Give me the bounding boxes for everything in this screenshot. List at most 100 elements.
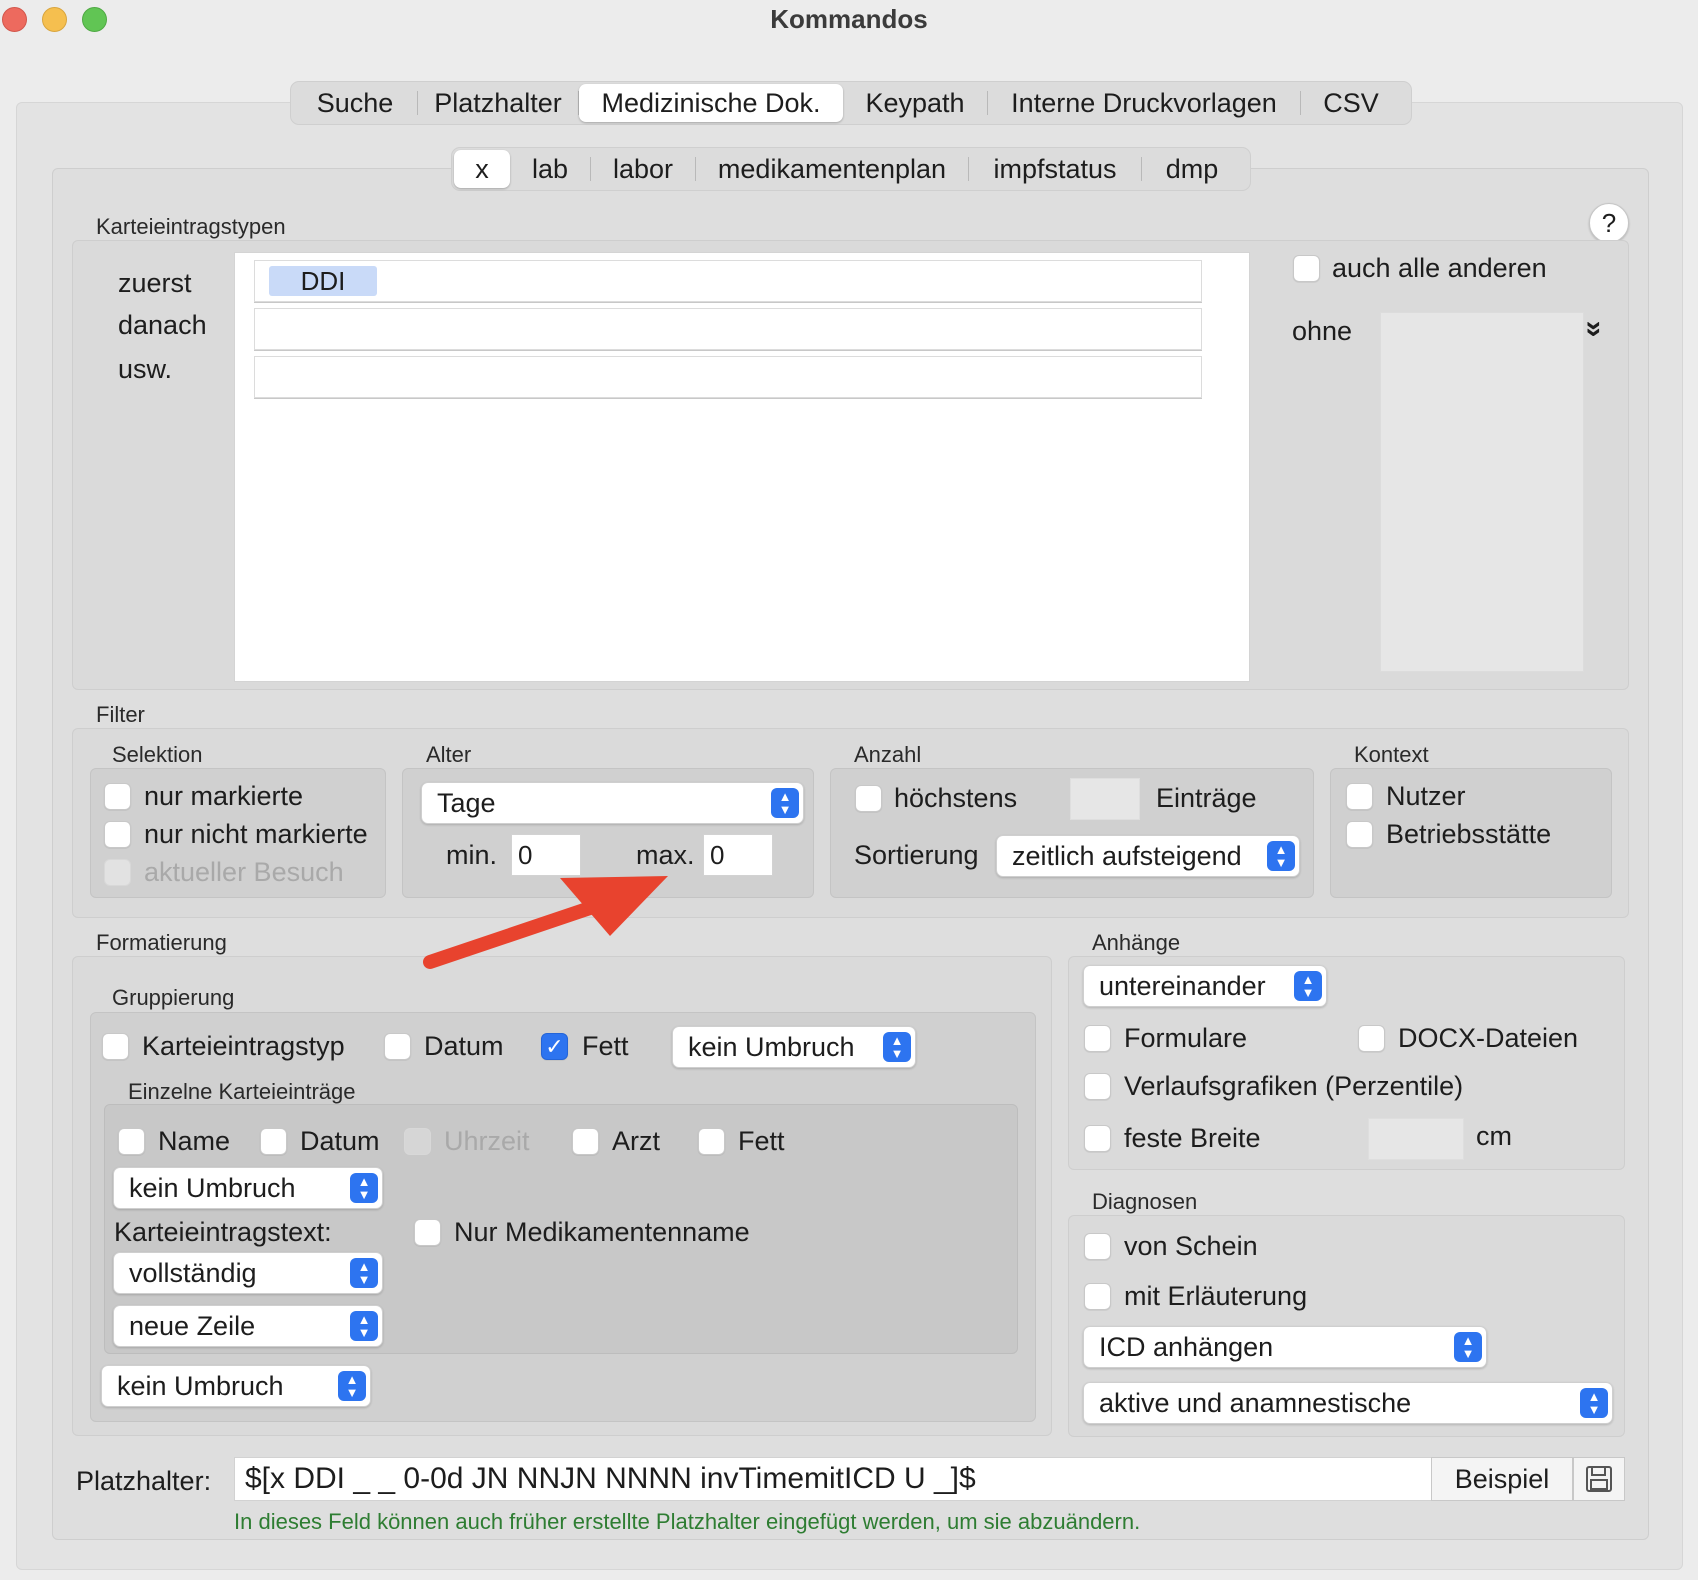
tab-keypath[interactable]: Keypath [843,84,987,122]
outer-umbruch-select[interactable]: kein Umbruch ▲ ▼ [101,1365,371,1407]
anhaenge-anordnung-select[interactable]: untereinander ▲ ▼ [1083,965,1327,1007]
nutzer-label: Nutzer [1386,781,1466,811]
type-row-3[interactable] [254,356,1202,398]
gruppierung-fett-checkbox[interactable]: ✓ [541,1033,568,1060]
chevron-up-down-icon: ▲ ▼ [338,1371,366,1401]
hoechstens-label: höchstens [894,783,1018,813]
tab-medizinische-dok[interactable]: Medizinische Dok. [579,84,843,122]
betriebsstaette-label: Betriebsstätte [1386,819,1552,849]
chevron-up-down-icon: ▲ ▼ [1580,1388,1608,1418]
ohne-label: ohne [1292,316,1353,346]
hoechstens-input[interactable] [1070,778,1140,820]
mit-erlaeuterung-checkbox[interactable] [1084,1283,1111,1310]
platzhalter-hint: In dieses Feld können auch früher erstel… [234,1509,1141,1534]
einzeln-arzt-label: Arzt [612,1126,661,1156]
diagnosen-art-select[interactable]: aktive und anamnestische ▲ ▼ [1083,1382,1613,1424]
subtab-impfstatus[interactable]: impfstatus [969,150,1141,188]
alter-title: Alter [426,742,472,767]
max-input[interactable]: 0 [703,834,773,876]
formulare-label: Formulare [1124,1023,1248,1053]
einzeln-uhrzeit-label: Uhrzeit [444,1126,530,1156]
verlaufsgrafiken-checkbox[interactable] [1084,1073,1111,1100]
alter-unit-select[interactable]: Tage ▲ ▼ [421,782,804,824]
einzeln-fett-label: Fett [738,1126,785,1156]
von-schein-checkbox[interactable] [1084,1233,1111,1260]
gruppierung-karteieintragstyp-checkbox[interactable] [102,1033,129,1060]
chevron-up-down-icon: ▲ ▼ [1267,841,1295,871]
tab-interne-druckvorlagen[interactable]: Interne Druckvorlagen [988,84,1300,122]
subtab-lab[interactable]: lab [510,150,590,188]
nur-nicht-markierte-label: nur nicht markierte [144,819,368,849]
gruppierung-datum-label: Datum [424,1031,504,1061]
gruppierung-title: Gruppierung [112,985,235,1010]
filter-title: Filter [96,702,145,727]
chevron-up-down-icon: ▲ ▼ [350,1258,378,1288]
chevron-double-down-icon[interactable]: » [1577,321,1611,338]
einzeln-umbruch-select[interactable]: kein Umbruch ▲ ▼ [113,1167,383,1209]
eintraege-label: Einträge [1156,783,1257,813]
platzhalter-input[interactable]: $[x DDI _ _ 0-0d JN NNJN NNNN invTimemit… [234,1457,1432,1501]
subtab-labor[interactable]: labor [591,150,695,188]
von-schein-label: von Schein [1124,1231,1258,1261]
subtab-dmp[interactable]: dmp [1142,150,1242,188]
einzeln-name-label: Name [158,1126,231,1156]
help-button[interactable]: ? [1589,203,1629,243]
type-chip-ddi[interactable]: DDI [269,266,377,296]
chevron-up-down-icon: ▲ ▼ [1294,971,1322,1001]
anhaenge-title: Anhänge [1092,930,1181,955]
einzeln-arzt-checkbox[interactable] [572,1128,599,1155]
mit-erlaeuterung-label: mit Erläuterung [1124,1281,1308,1311]
betriebsstaette-checkbox[interactable] [1346,821,1373,848]
sortierung-select[interactable]: zeitlich aufsteigend ▲ ▼ [996,835,1300,877]
icd-select[interactable]: ICD anhängen ▲ ▼ [1083,1326,1487,1368]
karteieintragstext-select[interactable]: vollständig ▲ ▼ [113,1252,383,1294]
hoechstens-checkbox[interactable] [855,785,882,812]
beispiel-button[interactable]: Beispiel [1431,1457,1573,1501]
tab-platzhalter[interactable]: Platzhalter [418,84,578,122]
main-tabs: Suche Platzhalter Medizinische Dok. Keyp… [290,81,1412,125]
kontext-title: Kontext [1354,742,1429,767]
gruppierung-umbruch-select[interactable]: kein Umbruch ▲ ▼ [672,1026,916,1068]
feste-breite-label: feste Breite [1124,1123,1261,1153]
checkmark-icon: ✓ [545,1034,564,1059]
red-arrow-annotation [423,876,668,969]
formulare-checkbox[interactable] [1084,1025,1111,1052]
nur-nicht-markierte-checkbox[interactable] [104,821,131,848]
window-title: Kommandos [770,4,928,34]
nur-markierte-label: nur markierte [144,781,304,811]
floppy-disk-icon [1586,1466,1612,1492]
feste-breite-input[interactable] [1368,1118,1464,1160]
tab-csv[interactable]: CSV [1301,84,1401,122]
aktueller-besuch-checkbox [104,859,131,886]
question-icon: ? [1601,208,1617,238]
diagnosen-title: Diagnosen [1092,1189,1198,1214]
docx-label: DOCX-Dateien [1398,1023,1579,1053]
type-row-1[interactable]: DDI [254,260,1202,302]
subtab-medikamentenplan[interactable]: medikamentenplan [696,150,968,188]
cm-label: cm [1476,1121,1512,1151]
type-row-2[interactable] [254,308,1202,350]
einzelne-title: Einzelne Karteieinträge [128,1079,356,1104]
einzeln-datum-checkbox[interactable] [260,1128,287,1155]
nur-markierte-checkbox[interactable] [104,783,131,810]
karteieintragstypen-title: Karteieintragstypen [96,214,286,239]
subtab-x[interactable]: x [454,150,510,188]
auch-alle-anderen-checkbox[interactable] [1293,255,1320,282]
save-button[interactable] [1573,1457,1625,1501]
platzhalter-label: Platzhalter: [76,1466,212,1496]
nur-medikamentenname-checkbox[interactable] [414,1219,441,1246]
formatierung-title: Formatierung [96,930,227,955]
chevron-up-down-icon: ▲ ▼ [350,1173,378,1203]
einzeln-fett-checkbox[interactable] [698,1128,725,1155]
nutzer-checkbox[interactable] [1346,783,1373,810]
zeile-select[interactable]: neue Zeile ▲ ▼ [113,1305,383,1347]
feste-breite-checkbox[interactable] [1084,1125,1111,1152]
docx-checkbox[interactable] [1358,1025,1385,1052]
tab-suche[interactable]: Suche [293,84,417,122]
einzeln-name-checkbox[interactable] [118,1128,145,1155]
selektion-title: Selektion [112,742,203,767]
chevron-up-down-icon: ▲ ▼ [771,788,799,818]
aktueller-besuch-label: aktueller Besuch [144,857,344,887]
ohne-list[interactable] [1380,312,1584,672]
gruppierung-datum-checkbox[interactable] [384,1033,411,1060]
